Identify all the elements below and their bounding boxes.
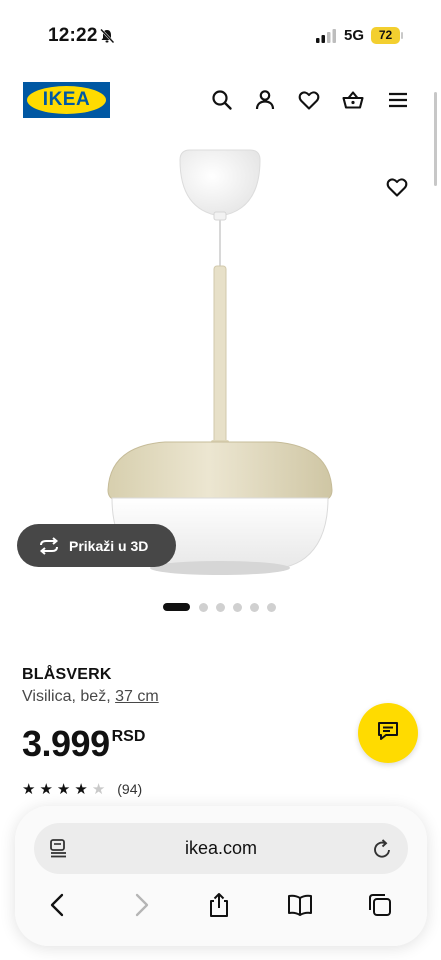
star-icon: ★ bbox=[22, 780, 36, 798]
chat-button[interactable] bbox=[358, 703, 418, 763]
pagination-dot[interactable] bbox=[216, 602, 225, 612]
pagination-dot[interactable] bbox=[267, 602, 276, 612]
star-icon: ★ bbox=[39, 780, 53, 798]
ikea-logo[interactable]: IKEA bbox=[23, 82, 110, 118]
scrollbar[interactable] bbox=[434, 92, 437, 186]
menu-icon[interactable] bbox=[386, 88, 410, 112]
share-icon[interactable] bbox=[206, 892, 232, 918]
pagination-dot[interactable] bbox=[233, 602, 242, 612]
rotate-3d-icon bbox=[37, 536, 61, 556]
star-icon: ★ bbox=[56, 780, 71, 798]
product-size-link[interactable]: 37 cm bbox=[115, 688, 159, 705]
reload-icon[interactable] bbox=[373, 838, 393, 860]
rating-stars: ★ ★ ★ ★ ★ bbox=[22, 780, 109, 798]
star-icon: ★ bbox=[74, 780, 88, 798]
product-rating[interactable]: ★ ★ ★ ★ ★ (94) bbox=[22, 780, 142, 798]
forward-icon[interactable] bbox=[128, 892, 154, 918]
battery-icon: 72 bbox=[371, 27, 403, 44]
image-pagination[interactable] bbox=[163, 602, 284, 612]
pagination-dot[interactable] bbox=[199, 602, 208, 612]
view-3d-button[interactable]: Prikaži u 3D bbox=[17, 524, 176, 567]
product-description: Visilica, bež, 37 cm bbox=[22, 688, 159, 706]
product-image[interactable] bbox=[90, 140, 360, 590]
product-price: 3.999 RSD bbox=[22, 724, 145, 764]
silent-bell-icon bbox=[99, 28, 115, 44]
network-type: 5G bbox=[344, 27, 365, 44]
battery-level: 72 bbox=[371, 27, 400, 44]
tabs-icon[interactable] bbox=[367, 892, 393, 918]
basket-icon[interactable] bbox=[341, 88, 365, 112]
price-value: 3.999 bbox=[22, 723, 110, 764]
status-bar: 12:22 5G 72 bbox=[0, 0, 441, 64]
signal-icon bbox=[316, 29, 336, 43]
back-icon[interactable] bbox=[45, 892, 71, 918]
bookmarks-icon[interactable] bbox=[287, 892, 313, 918]
search-icon[interactable] bbox=[210, 88, 234, 112]
favorite-heart-icon[interactable] bbox=[385, 175, 409, 199]
chat-icon bbox=[376, 719, 400, 748]
review-count: (94) bbox=[117, 781, 143, 797]
pagination-dot[interactable] bbox=[163, 603, 190, 611]
url-text[interactable]: ikea.com bbox=[34, 838, 408, 859]
pagination-dot[interactable] bbox=[250, 602, 259, 612]
star-icon: ★ bbox=[91, 780, 106, 798]
product-name: BLÅSVERK bbox=[22, 666, 112, 683]
product-type: Visilica, bež, bbox=[22, 688, 111, 705]
view-3d-label: Prikaži u 3D bbox=[69, 537, 149, 554]
status-time: 12:22 bbox=[48, 25, 98, 46]
price-currency: RSD bbox=[111, 728, 146, 745]
user-icon[interactable] bbox=[253, 88, 277, 112]
logo-text: IKEA bbox=[42, 89, 91, 110]
heart-icon[interactable] bbox=[297, 88, 321, 112]
